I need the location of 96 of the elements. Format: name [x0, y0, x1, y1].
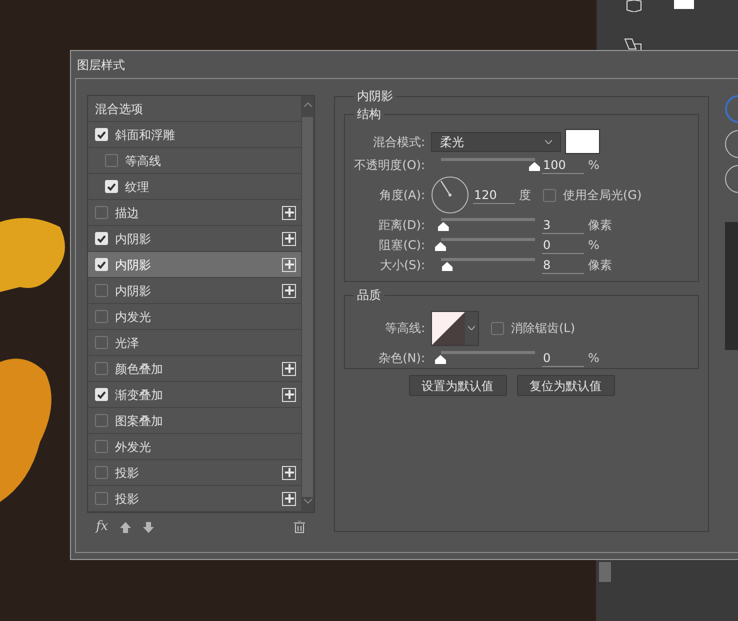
list-scrollbar[interactable] [301, 96, 314, 512]
checkbox[interactable] [95, 388, 108, 401]
field-label: 杂色(N): [378, 350, 426, 367]
scroll-down-icon[interactable] [304, 499, 312, 504]
add-icon[interactable] [282, 284, 296, 298]
default-button[interactable]: 复位为默认值 [516, 375, 614, 396]
item-label: 内发光 [115, 308, 152, 326]
checkbox[interactable] [95, 206, 108, 219]
move-up-icon[interactable] [120, 522, 132, 532]
value-field[interactable]: 0 [542, 350, 584, 366]
field-label: 等高线: [384, 320, 426, 337]
slider-thumb[interactable] [435, 355, 446, 364]
checkbox[interactable] [491, 322, 504, 334]
checkbox[interactable] [95, 414, 108, 427]
slider[interactable] [435, 238, 537, 252]
checkbox[interactable] [95, 258, 108, 271]
value-field[interactable]: 120 [473, 186, 515, 204]
item-label: 斜面和浮雕 [115, 126, 176, 144]
option-label: 消除锯齿(L) [511, 320, 576, 337]
shadow-color-swatch[interactable] [565, 129, 600, 154]
default-button[interactable]: 设置为默认值 [408, 375, 506, 396]
group-title: 内阴影 [356, 88, 394, 105]
add-icon[interactable] [282, 362, 296, 376]
slider[interactable] [435, 218, 537, 232]
field-label: 混合模式: [372, 134, 426, 150]
field-label: 距离(D): [377, 217, 426, 234]
field-label: 角度(A): [378, 187, 426, 204]
field-label: 大小(S): [378, 257, 426, 274]
field-label: 阻塞(C): [378, 237, 426, 254]
checkbox[interactable] [95, 128, 108, 141]
caret-icon [468, 326, 475, 330]
caret-icon [545, 140, 552, 144]
add-icon[interactable] [282, 388, 296, 402]
slider-thumb[interactable] [529, 162, 540, 171]
shape-icon[interactable] [624, 38, 642, 50]
add-icon[interactable] [282, 258, 296, 272]
scrollbar[interactable] [599, 562, 611, 582]
item-label: 等高线 [125, 152, 162, 170]
unit-label: % [588, 350, 600, 367]
item-label: 投影 [115, 490, 140, 508]
checkbox[interactable] [95, 310, 108, 323]
item-label: 纹理 [125, 178, 150, 196]
angle-dial[interactable] [431, 176, 469, 214]
unit-label: 像素 [588, 257, 612, 274]
item-label: 图案叠加 [115, 412, 164, 430]
checkbox[interactable] [95, 232, 108, 245]
window-title: 图层样式 [76, 57, 126, 74]
checkbox[interactable] [95, 284, 108, 297]
value-field[interactable]: 0 [542, 236, 584, 254]
value-field[interactable]: 3 [542, 216, 584, 234]
style-item[interactable]: 内阴影 [88, 252, 301, 278]
item-label: 光泽 [115, 334, 140, 352]
checkbox[interactable] [105, 180, 118, 193]
unit-label: 度 [519, 187, 531, 204]
item-label: 描边 [115, 204, 140, 222]
checkbox[interactable] [95, 362, 108, 375]
trash-icon[interactable] [294, 521, 305, 533]
item-label: 投影 [115, 464, 140, 482]
fx-button[interactable]: fx [96, 517, 108, 537]
field-label: 不透明度(O): [353, 157, 426, 174]
blend-mode-select[interactable]: 柔光 [431, 132, 561, 152]
item-label: 渐变叠加 [115, 386, 164, 404]
checkbox[interactable] [95, 336, 108, 349]
slider-thumb[interactable] [438, 222, 449, 231]
cube-icon[interactable] [626, 0, 642, 12]
move-down-icon[interactable] [143, 522, 154, 532]
scroll-thumb[interactable] [302, 117, 313, 497]
scroll-up-icon[interactable] [304, 102, 312, 107]
option-label: 使用全局光(G) [563, 187, 642, 204]
slider-thumb[interactable] [442, 262, 453, 271]
unit-label: % [588, 237, 600, 254]
color-swatch[interactable] [674, 0, 694, 9]
select-value: 柔光 [440, 134, 465, 150]
item-label: 内阴影 [115, 256, 152, 274]
value-field[interactable]: 8 [542, 256, 584, 274]
add-icon[interactable] [282, 466, 296, 480]
unit-label: 像素 [588, 217, 612, 234]
unit-label: % [588, 157, 600, 174]
checkbox[interactable] [95, 440, 108, 453]
group-title: 结构 [356, 106, 382, 123]
item-label: 颜色叠加 [115, 360, 164, 378]
checkbox[interactable] [95, 492, 108, 505]
item-label: 内阴影 [115, 230, 152, 248]
group-title: 品质 [356, 287, 382, 304]
item-label: 内阴影 [115, 282, 152, 300]
slider-thumb[interactable] [435, 242, 446, 251]
value-field[interactable]: 100 [542, 156, 584, 174]
item-label: 外发光 [115, 438, 152, 456]
contour-picker[interactable] [431, 310, 479, 346]
add-icon[interactable] [282, 232, 296, 246]
add-icon[interactable] [282, 492, 296, 506]
checkbox[interactable] [95, 466, 108, 479]
checkbox[interactable] [543, 188, 556, 202]
slider[interactable] [435, 351, 537, 365]
checkbox[interactable] [105, 154, 118, 167]
add-icon[interactable] [282, 206, 296, 220]
